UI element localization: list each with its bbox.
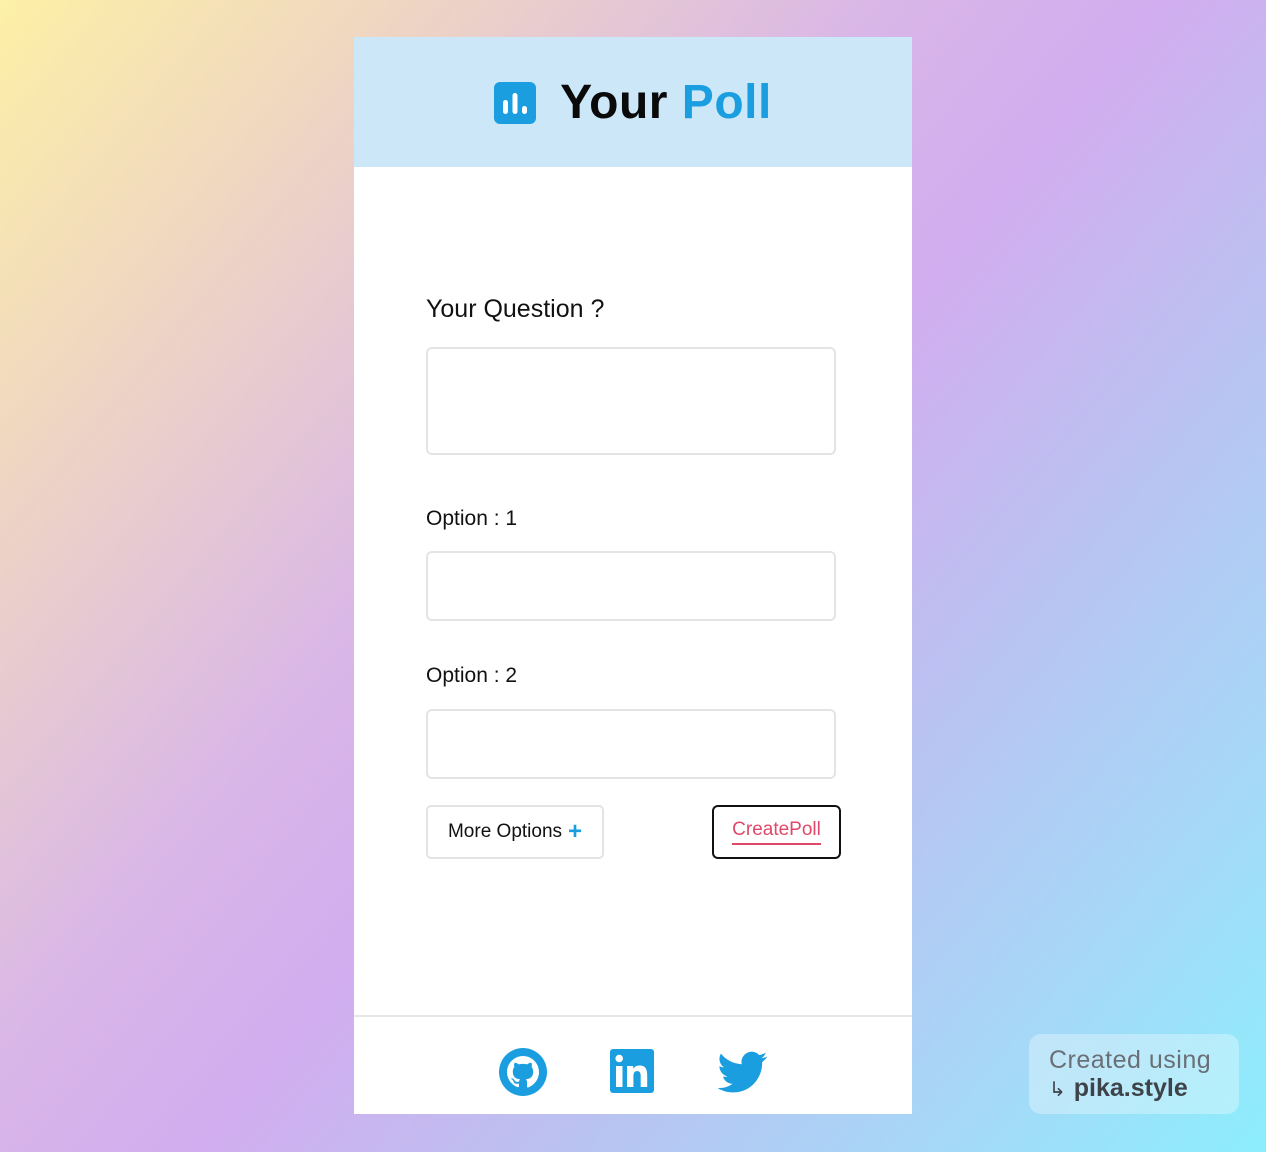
twitter-icon <box>717 1051 768 1093</box>
linkedin-link[interactable] <box>608 1047 658 1097</box>
twitter-link[interactable] <box>717 1047 768 1097</box>
app-title: Your Poll <box>560 75 772 130</box>
watermark-line2: ↳ pika.style <box>1049 1074 1188 1103</box>
github-link[interactable] <box>498 1047 548 1097</box>
poll-chart-icon <box>494 82 537 124</box>
question-label: Your Question ? <box>426 295 605 323</box>
plus-icon: + <box>568 818 583 845</box>
create-poll-label: CreatePoll <box>732 819 821 845</box>
title-word-your: Your <box>560 75 668 129</box>
linkedin-icon <box>610 1049 654 1093</box>
create-poll-button[interactable]: CreatePoll <box>712 805 841 859</box>
more-options-label: More Options <box>447 821 563 842</box>
option-1-input[interactable] <box>426 551 836 621</box>
option-2-label: Option : 2 <box>426 664 518 687</box>
header: Your Poll <box>354 37 912 167</box>
return-arrow-icon: ↳ <box>1049 1079 1066 1101</box>
poll-form: Your Question ? Option : 1 Option : 2 Mo… <box>354 167 912 1017</box>
footer <box>354 1015 912 1114</box>
option-1-label: Option : 1 <box>426 507 518 530</box>
github-icon <box>499 1048 547 1096</box>
title-word-poll: Poll <box>681 75 772 129</box>
more-options-button[interactable]: More Options + <box>426 805 604 859</box>
watermark-badge: Created using ↳ pika.style <box>1029 1034 1239 1114</box>
poll-card: Your Poll Your Question ? Option : 1 Opt… <box>354 37 912 1114</box>
watermark-brand: pika.style <box>1073 1074 1188 1102</box>
question-input[interactable] <box>426 347 836 455</box>
watermark-line1: Created using <box>1049 1046 1212 1074</box>
option-2-input[interactable] <box>426 709 836 779</box>
